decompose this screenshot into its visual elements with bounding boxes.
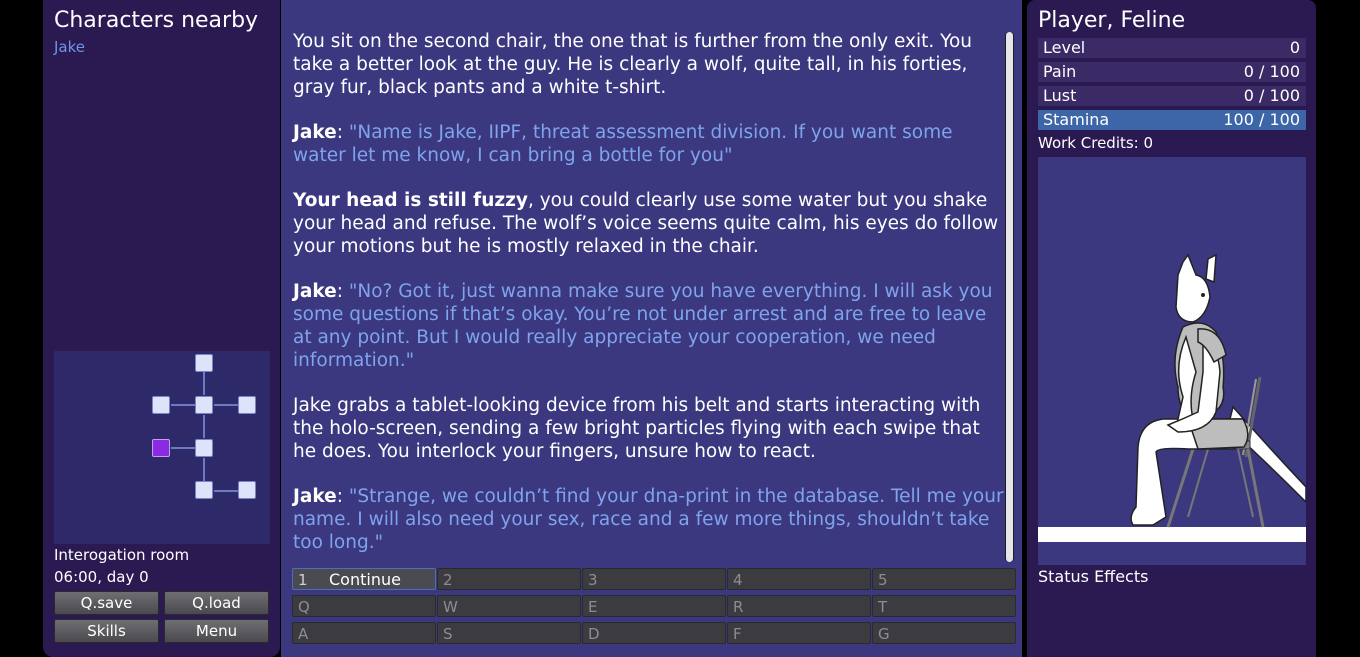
action-button-s[interactable]: S [437, 622, 581, 644]
dialogue-quote: "Strange, we couldn’t find your dna-prin… [293, 486, 1004, 553]
colon: : [336, 281, 349, 302]
action-button-3[interactable]: 3 [582, 568, 726, 590]
work-credits: Work Credits: 0 [1038, 134, 1154, 152]
hotkey: E [588, 598, 598, 616]
map-connector [214, 490, 239, 492]
dialogue-quote: "Name is Jake, IIPF, threat assessment d… [293, 122, 953, 166]
stat-value: 0 [1289, 38, 1300, 57]
speaker-name: Jake [293, 486, 337, 507]
hotkey: G [878, 625, 890, 643]
character-portrait [1038, 157, 1307, 565]
stat-value: 0 / 100 [1243, 86, 1300, 105]
stat-pain: Pain 0 / 100 [1038, 62, 1306, 82]
stat-level: Level 0 [1038, 38, 1306, 58]
scrollbar-thumb[interactable] [1006, 32, 1013, 562]
colon: : [336, 122, 349, 143]
stat-value: 100 / 100 [1223, 110, 1300, 129]
stat-lust: Lust 0 / 100 [1038, 86, 1306, 106]
map-room-current [152, 439, 170, 457]
hotkey: T [878, 598, 888, 616]
story-paragraph: Jake grabs a tablet-looking device from … [293, 395, 981, 462]
action-button-r[interactable]: R [727, 595, 871, 617]
map-connector [203, 458, 205, 481]
action-button-q[interactable]: Q [292, 595, 436, 617]
map-room [195, 354, 213, 372]
dialogue-line: Jake: "Strange, we couldn’t find your dn… [293, 485, 1005, 554]
action-button-a[interactable]: A [292, 622, 436, 644]
emphasis-text: Your head is still fuzzy [293, 190, 528, 211]
map-room [195, 481, 213, 499]
hotkey: S [443, 625, 453, 643]
hotkey: F [733, 625, 742, 643]
action-button-g[interactable]: G [872, 622, 1016, 644]
action-button-1[interactable]: 1 Continue [292, 568, 436, 590]
seated-feline-figure-icon [1038, 253, 1307, 542]
map-connector [214, 404, 239, 406]
minimap [54, 351, 270, 544]
stat-stamina: Stamina 100 / 100 [1038, 110, 1306, 130]
action-button-d[interactable]: D [582, 622, 726, 644]
hotkey: D [588, 625, 600, 643]
hotkey: 5 [878, 571, 888, 589]
menu-button[interactable]: Menu [164, 619, 269, 643]
action-button-w[interactable]: W [437, 595, 581, 617]
speaker-name: Jake [293, 122, 337, 143]
quick-save-button[interactable]: Q.save [54, 591, 159, 615]
map-connector [203, 372, 205, 395]
map-room [238, 481, 256, 499]
character-link-jake[interactable]: Jake [54, 38, 85, 56]
status-effects-label: Status Effects [1038, 567, 1149, 586]
stat-name: Pain [1043, 62, 1077, 81]
stat-name: Level [1043, 38, 1086, 57]
hotkey: 1 [298, 571, 308, 589]
speaker-name: Jake [293, 281, 337, 302]
action-button-2[interactable]: 2 [437, 568, 581, 590]
stat-value: 0 / 100 [1243, 62, 1300, 81]
player-title: Player, Feline [1038, 8, 1186, 33]
colon: : [336, 486, 349, 507]
story-scrollbar[interactable] [1005, 32, 1014, 562]
action-label: Continue [329, 570, 401, 589]
dialogue-quote: "No? Got it, just wanna make sure you ha… [293, 281, 993, 371]
map-connector [171, 404, 196, 406]
characters-nearby-title: Characters nearby [54, 8, 259, 33]
story-paragraph: Your head is still fuzzy, you could clea… [293, 189, 1005, 258]
hotkey: 4 [733, 571, 743, 589]
action-button-f[interactable]: F [727, 622, 871, 644]
action-button-4[interactable]: 4 [727, 568, 871, 590]
quick-load-button[interactable]: Q.load [164, 591, 269, 615]
map-connector [203, 415, 205, 438]
map-connector [171, 447, 196, 449]
map-room [152, 396, 170, 414]
action-button-t[interactable]: T [872, 595, 1016, 617]
action-button-e[interactable]: E [582, 595, 726, 617]
skills-button[interactable]: Skills [54, 619, 159, 643]
dialogue-line: Jake: "No? Got it, just wanna make sure … [293, 280, 1005, 372]
stat-name: Lust [1043, 86, 1077, 105]
hotkey: 2 [443, 571, 453, 589]
dialogue-line: Jake: "Name is Jake, IIPF, threat assess… [293, 121, 1005, 167]
hotkey: W [443, 598, 458, 616]
map-room [238, 396, 256, 414]
hotkey: A [298, 625, 309, 643]
location-name: Interogation room [54, 546, 190, 564]
stat-name: Stamina [1043, 110, 1110, 129]
map-room [195, 439, 213, 457]
game-time: 06:00, day 0 [54, 568, 149, 586]
story-paragraph: You sit on the second chair, the one tha… [293, 31, 973, 98]
hotkey: R [733, 598, 744, 616]
map-room [195, 396, 213, 414]
hotkey: 3 [588, 571, 598, 589]
hotkey: Q [298, 598, 310, 616]
story-text: You sit on the second chair, the one tha… [293, 30, 1005, 576]
action-button-5[interactable]: 5 [872, 568, 1016, 590]
